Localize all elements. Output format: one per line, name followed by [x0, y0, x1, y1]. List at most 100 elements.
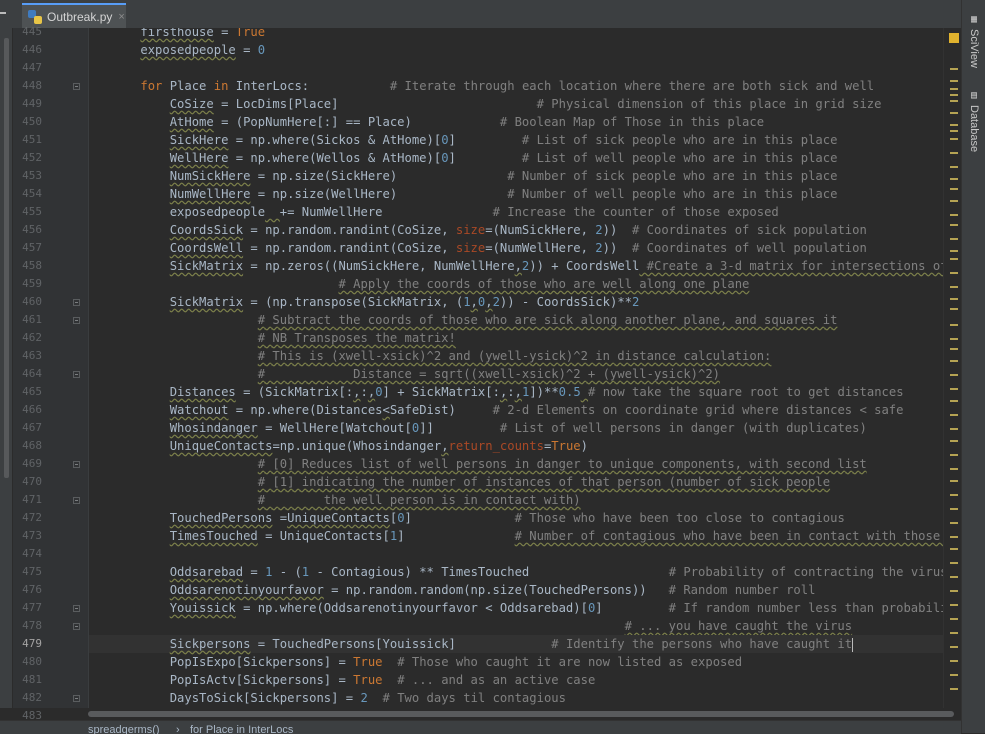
stripe-mark[interactable]	[950, 632, 958, 634]
stripe-mark[interactable]	[950, 522, 958, 524]
stripe-mark[interactable]	[950, 494, 958, 496]
stripe-mark[interactable]	[950, 674, 958, 676]
stripe-mark[interactable]	[950, 348, 958, 350]
stripe-mark[interactable]	[950, 308, 958, 310]
code-line[interactable]: Youissick = np.where(Oddsarenotinyourfav…	[111, 599, 961, 617]
stripe-mark[interactable]	[950, 130, 958, 132]
stripe-mark[interactable]	[950, 440, 958, 442]
code-line[interactable]: # This is (xwell-xsick)^2 and (ywell-ysi…	[111, 347, 772, 365]
code-line[interactable]: # ... you have caught the virus	[111, 617, 852, 635]
horizontal-scrollbar[interactable]	[86, 708, 961, 720]
stripe-mark[interactable]	[950, 112, 958, 114]
stripe-mark[interactable]	[950, 536, 958, 538]
stripe-mark[interactable]	[950, 454, 958, 456]
fold-marker-icon[interactable]	[73, 371, 80, 378]
close-tab-icon[interactable]: ×	[118, 11, 124, 23]
stripe-mark[interactable]	[950, 688, 958, 690]
code-line[interactable]: PopIsActv[Sickpersons] = True # ... and …	[111, 671, 596, 689]
code-line[interactable]: # Apply the coords of those who are well…	[111, 275, 749, 293]
horizontal-scrollbar-thumb[interactable]	[88, 711, 954, 717]
stripe-mark[interactable]	[950, 152, 958, 154]
code-line[interactable]: firsthouse = True	[111, 28, 265, 41]
code-line[interactable]: for Place in InterLocs: # Iterate throug…	[111, 77, 874, 95]
sciview-tool-button[interactable]: ▦ SciView	[965, 14, 983, 68]
code-line[interactable]: # NB Transposes the matrix!	[111, 329, 456, 347]
stripe-mark[interactable]	[950, 68, 958, 70]
code-line[interactable]: SickHere = np.where(Sickos & AtHome)[0] …	[111, 131, 838, 149]
stripe-mark[interactable]	[950, 188, 958, 190]
stripe-mark[interactable]	[950, 94, 958, 96]
code-line[interactable]: PopIsExpo[Sickpersons] = True # Those wh…	[111, 653, 742, 671]
code-line[interactable]: # the well person is in contact with)	[111, 491, 581, 509]
code-line[interactable]: Oddsarebad = 1 - (1 - Contagious) ** Tim…	[111, 563, 948, 581]
stripe-mark[interactable]	[950, 166, 958, 168]
code-line[interactable]: Sickpersons = TouchedPersons[Youissick] …	[111, 635, 854, 653]
stripe-mark[interactable]	[950, 286, 958, 288]
fold-marker-icon[interactable]	[73, 695, 80, 702]
code-line[interactable]: Watchout = np.where(Distances<SafeDist) …	[111, 401, 904, 419]
stripe-mark[interactable]	[950, 272, 958, 274]
stripe-mark[interactable]	[950, 576, 958, 578]
stripe-mark[interactable]	[950, 124, 958, 126]
code-line[interactable]: SickMatrix = (np.transpose(SickMatrix, (…	[111, 293, 640, 311]
stripe-mark[interactable]	[950, 480, 958, 482]
code-line[interactable]: UniqueContacts=np.unique(Whosindanger,re…	[111, 437, 588, 455]
code-line[interactable]: NumSickHere = np.size(SickHere) # Number…	[111, 167, 838, 185]
stripe-mark[interactable]	[950, 646, 958, 648]
code-line[interactable]: exposedpeople = 0	[111, 41, 265, 59]
fold-marker-icon[interactable]	[73, 623, 80, 630]
stripe-mark[interactable]	[950, 258, 958, 260]
stripe-mark[interactable]	[950, 338, 958, 340]
code-line[interactable]: CoordsSick = np.random.randint(CoSize, s…	[111, 221, 867, 239]
stripe-mark[interactable]	[950, 660, 958, 662]
code-line[interactable]: exposedpeople += NumWellHere # Increase …	[111, 203, 779, 221]
code-line[interactable]: NumWellHere = np.size(WellHere) # Number…	[111, 185, 838, 203]
code-line[interactable]: # Distance = sqrt((xwell-xsick)^2 + (ywe…	[111, 365, 720, 383]
code-line[interactable]: SickMatrix = np.zeros((NumSickHere, NumW…	[111, 257, 961, 275]
stripe-mark[interactable]	[950, 468, 958, 470]
code-line[interactable]: WellHere = np.where(Wellos & AtHome)[0] …	[111, 149, 838, 167]
stripe-mark[interactable]	[950, 428, 958, 430]
stripe-mark[interactable]	[950, 324, 958, 326]
stripe-mark[interactable]	[950, 224, 958, 226]
code-line[interactable]: TouchedPersons =UniqueContacts[0] # Thos…	[111, 509, 845, 527]
stripe-mark[interactable]	[950, 298, 958, 300]
code-line[interactable]: Whosindanger = WellHere[Watchout[0]] # L…	[111, 419, 867, 437]
stripe-mark[interactable]	[950, 548, 958, 550]
left-strip-thumb[interactable]	[4, 38, 9, 478]
fold-marker-icon[interactable]	[73, 83, 80, 90]
stripe-mark[interactable]	[950, 214, 958, 216]
code-line[interactable]: # [0] Reduces list of well persons in da…	[111, 455, 867, 473]
code-line[interactable]: Oddsarenotinyourfavor = np.random.random…	[111, 581, 816, 599]
stripe-mark[interactable]	[950, 178, 958, 180]
fold-marker-icon[interactable]	[73, 461, 80, 468]
stripe-mark[interactable]	[950, 508, 958, 510]
stripe-mark[interactable]	[950, 88, 958, 90]
code-line[interactable]: CoordsWell = np.random.randint(CoSize, s…	[111, 239, 867, 257]
code-line[interactable]: # [1] indicating the number of instances…	[111, 473, 830, 491]
stripe-mark[interactable]	[950, 590, 958, 592]
fold-marker-icon[interactable]	[73, 299, 80, 306]
stripe-mark[interactable]	[950, 250, 958, 252]
fold-marker-icon[interactable]	[73, 605, 80, 612]
stripe-mark[interactable]	[950, 138, 958, 140]
error-stripe[interactable]	[943, 28, 962, 708]
stripe-mark[interactable]	[950, 374, 958, 376]
warning-indicator-icon[interactable]	[949, 33, 959, 43]
fold-marker-icon[interactable]	[73, 497, 80, 504]
code-editor[interactable]: firsthouse = True exposedpeople = 0 for …	[89, 28, 961, 708]
fold-marker-icon[interactable]	[73, 317, 80, 324]
stripe-mark[interactable]	[950, 618, 958, 620]
stripe-mark[interactable]	[950, 360, 958, 362]
database-tool-button[interactable]: ▤ Database	[965, 90, 983, 152]
line-number-gutter[interactable]: 445 446 447 448 449 450 451 452 453 454 455 456 457 4…	[0, 25, 88, 722]
stripe-mark[interactable]	[950, 80, 958, 82]
code-line[interactable]: Distances = (SickMatrix[:,:,0] + SickMat…	[111, 383, 904, 401]
stripe-mark[interactable]	[950, 414, 958, 416]
stripe-mark[interactable]	[950, 238, 958, 240]
stripe-mark[interactable]	[950, 388, 958, 390]
code-line[interactable]: TimesTouched = UniqueContacts[1] # Numbe…	[111, 527, 961, 545]
stripe-mark[interactable]	[950, 400, 958, 402]
stripe-mark[interactable]	[950, 562, 958, 564]
stripe-mark[interactable]	[950, 100, 958, 102]
